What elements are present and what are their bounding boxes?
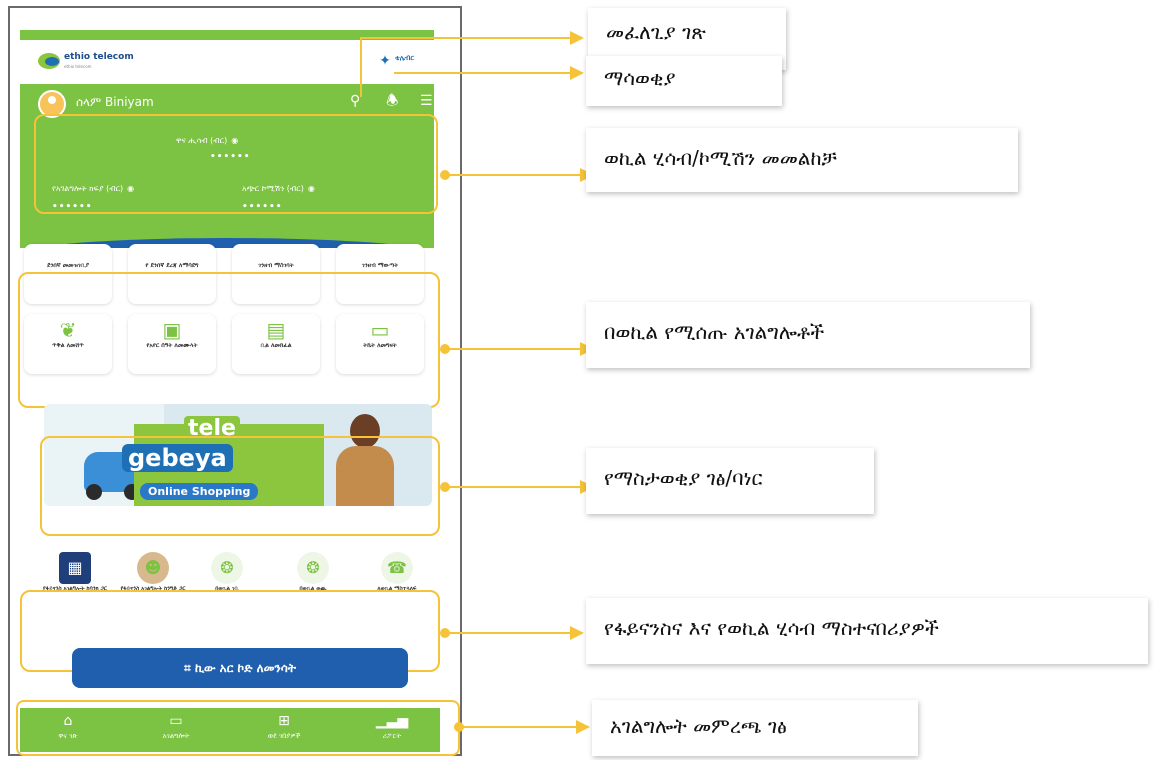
fin-agent-out[interactable]: ❂ በወኪል ወጪ (278, 552, 348, 593)
callout-nav: አገልግሎት መምረጫ ገፅ (592, 700, 918, 756)
fin-agent-in[interactable]: ❂ በወኪል ገቢ (192, 552, 262, 593)
telebirr-icon: ✦ (379, 53, 391, 69)
ethio-telecom-logo-icon (38, 53, 60, 69)
connector-line (460, 726, 578, 728)
callout-banner: የማስታወቂያ ገፅ/ባነር (586, 448, 874, 514)
logo-text: ethio telecom (64, 52, 134, 62)
agent-in-icon: ❂ (211, 552, 243, 584)
callout-notification: ማሳወቂያ (586, 56, 782, 106)
connector-line (360, 37, 362, 97)
service-label: የ ደንበኛ ደረጃ ለማሳደግ (145, 262, 199, 269)
service-label: ደንበኛ መመዝገቢያ (47, 262, 89, 269)
fin-agent-transfer[interactable]: ☎ ለወኪል ማስተላለፍ (362, 552, 432, 593)
transfer-icon: ☎ (381, 552, 413, 584)
username: ሰላም Biniyam (76, 95, 154, 109)
connector-line (446, 486, 582, 488)
logo-subtext: ethio telecom (64, 64, 92, 69)
callout-financial: የፋይናንስና እና የወኪል ሂሳብ ማስተናበሪያዎች (586, 598, 1148, 664)
bank-icon: ▦ (59, 552, 91, 584)
balance-highlight (34, 114, 438, 214)
fin-merchant[interactable]: ☻ የፋይናንስ አገልግሎት ከንግድ ጋር (118, 552, 188, 593)
connector-line (360, 37, 572, 39)
service-label: ገንዘብ ማስገባት (258, 262, 294, 269)
search-icon[interactable]: ⚲ (350, 92, 360, 110)
menu-icon[interactable]: ☰ (420, 92, 433, 110)
connector-line (446, 174, 582, 176)
bell-icon[interactable]: 🕭 (386, 92, 399, 110)
arrow-icon (570, 626, 584, 640)
arrow-icon (570, 31, 584, 45)
service-label: ገንዘብ ማውጣት (361, 262, 399, 269)
app-header: ethio telecom ethio telecom ✦ ቴሌብር (20, 40, 434, 84)
qr-scan-button[interactable]: ⌗ ኪው አር ኮድ ለመንሳት (72, 648, 408, 688)
connector-line (446, 632, 572, 634)
connector-line (446, 348, 582, 350)
agent-out-icon: ❂ (297, 552, 329, 584)
qr-button-label: ኪው አር ኮድ ለመንሳት (194, 661, 296, 675)
arrow-icon (570, 66, 584, 80)
arrow-icon (576, 720, 590, 734)
callout-balance: ወኪል ሂሳብ/ኮሚሽን መመልከቻ (586, 128, 1018, 192)
callout-services: በወኪል የሚሰጡ አገልግሎቶች (586, 302, 1030, 368)
telebirr-badge: ቴሌብር (395, 54, 415, 62)
qr-icon: ⌗ (184, 661, 195, 675)
services-highlight (18, 272, 440, 408)
fin-bank[interactable]: ▦ የፋይናንስ አገልግሎት ከባንክ ጋር (40, 552, 110, 593)
nav-highlight (16, 700, 460, 756)
connector-line (394, 72, 572, 74)
merchant-icon: ☻ (137, 552, 169, 584)
banner-highlight (40, 436, 440, 536)
